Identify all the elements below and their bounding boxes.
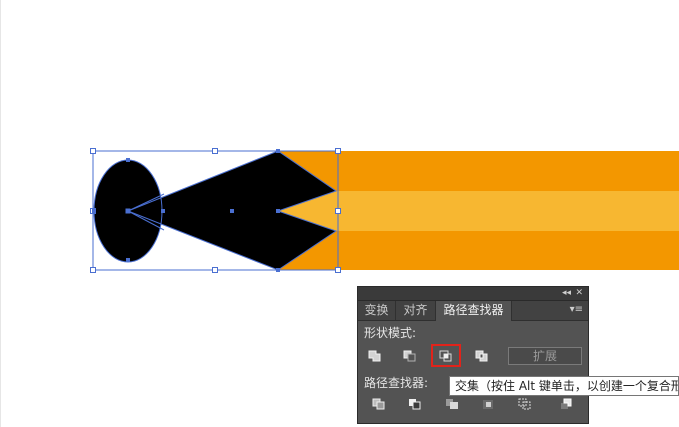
intersect-button-highlight [431,344,461,367]
pathfinder-panel: ◂◂ ✕ 变换 对齐 路径查找器 ▾≡ 形状模式: 扩展 路径查找器: [357,286,589,424]
anchor-point[interactable] [276,268,280,272]
unite-button[interactable] [364,347,386,365]
merge-button[interactable] [441,395,463,413]
outline-icon [518,398,531,410]
exclude-button[interactable] [471,347,493,365]
minus-back-button[interactable] [555,395,577,413]
center-point[interactable] [230,209,234,213]
crop-icon [483,400,493,409]
panel-menu-icon[interactable]: ▾≡ [570,304,583,316]
handle-bottom-right[interactable] [335,267,341,273]
tab-align[interactable]: 对齐 [396,301,436,320]
panel-tab-row: 变换 对齐 路径查找器 ▾≡ [358,301,588,321]
intersect-tooltip: 交集（按住 Alt 键单击，以创建一个复合形 [449,376,679,396]
trim-icon [409,399,421,410]
tab-transform[interactable]: 变换 [358,301,396,320]
pathfinders-label: 路径查找器: [364,376,429,390]
handle-middle-right[interactable] [335,208,341,214]
anchor-point[interactable] [92,209,96,213]
panel-titlebar[interactable]: ◂◂ ✕ [358,287,588,301]
handle-bottom-left[interactable] [90,267,96,273]
handle-top-middle[interactable] [212,148,218,154]
unite-icon [368,350,381,362]
outline-button[interactable] [514,395,536,413]
divide-button[interactable] [368,395,390,413]
minus-front-button[interactable] [399,347,421,365]
anchor-point[interactable] [125,208,131,214]
shape-modes-label: 形状模式: [364,326,417,340]
handle-bottom-middle[interactable] [212,267,218,273]
collapse-panel-icon[interactable]: ◂◂ [562,287,571,300]
handle-top-right[interactable] [335,148,341,154]
divide-icon [372,398,385,410]
anchor-point[interactable] [276,149,280,153]
close-panel-icon[interactable]: ✕ [575,287,583,300]
anchor-point[interactable] [126,158,130,162]
expand-button[interactable]: 扩展 [508,347,582,365]
anchor-point[interactable] [276,209,280,213]
anchor-point[interactable] [126,258,130,262]
anchor-point[interactable] [161,209,165,213]
handle-top-left[interactable] [90,148,96,154]
tab-pathfinder[interactable]: 路径查找器 [436,301,512,321]
minus-front-icon [403,350,416,362]
merge-icon [446,399,458,409]
crop-button[interactable] [477,395,499,413]
trim-button[interactable] [404,395,426,413]
minus-back-icon [561,398,572,409]
exclude-icon [475,350,488,362]
